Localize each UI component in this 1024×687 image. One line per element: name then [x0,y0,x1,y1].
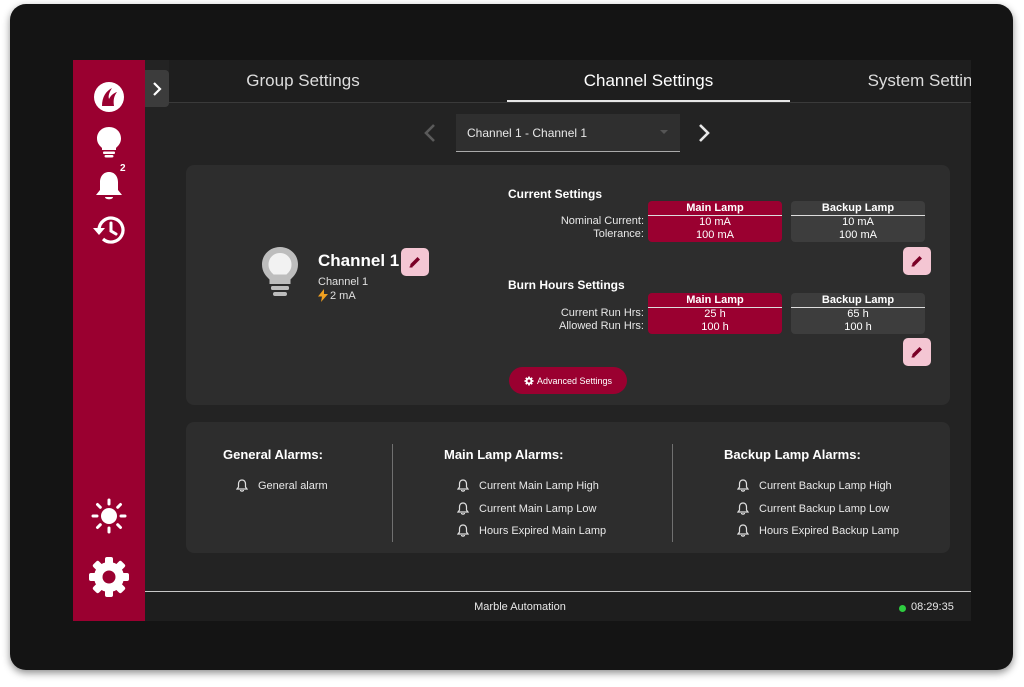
tab-channel-settings[interactable]: Channel Settings [507,60,790,102]
channel-select-value: Channel 1 - Channel 1 [467,126,588,140]
bell-outline-icon [236,479,248,492]
alarm-item: Current Main Lamp High [457,479,599,492]
sidebar-expand-button[interactable] [145,70,169,107]
backup-current-run-hrs: 65 h [847,308,869,320]
main-lamp-alarms-title: Main Lamp Alarms: [444,447,564,462]
main-lamp-header: Main Lamp [648,293,782,308]
channel-current: 2 mA [318,289,356,302]
main-tolerance: 100 mA [696,229,734,241]
alarm-label: Hours Expired Backup Lamp [759,524,900,537]
current-settings-title: Current Settings [508,187,603,201]
backup-lamp-alarms-title: Backup Lamp Alarms: [724,447,861,462]
lightning-icon [318,289,328,302]
alarm-item: General alarm [236,479,328,492]
alarm-item: Hours Expired Main Lamp [457,524,606,537]
edit-channel-button[interactable] [401,248,429,276]
active-tab-indicator [507,100,790,102]
history-icon[interactable] [73,213,145,247]
advanced-settings-button[interactable]: Advanced Settings [509,367,627,394]
pencil-icon [911,347,922,358]
burn-hours-title: Burn Hours Settings [508,278,625,292]
bell-outline-icon [737,524,749,537]
alarm-item: Current Main Lamp Low [457,502,596,515]
alarm-label: Hours Expired Main Lamp [479,524,607,537]
alarm-item: Current Backup Lamp Low [737,502,889,515]
allowed-run-hrs-label: Allowed Run Hrs: [559,320,644,332]
edit-burn-hours-button[interactable] [903,338,931,366]
bell-icon[interactable] [73,169,145,203]
general-alarms-title: General Alarms: [223,447,323,462]
screen: 2 Group Settings Channel Settings System… [73,60,971,621]
alarm-item: Current Backup Lamp High [737,479,892,492]
alarm-label: Current Main Lamp High [479,479,599,492]
channel-subtitle: Channel 1 [318,276,369,288]
previous-channel-button[interactable] [423,124,437,147]
bell-outline-icon [457,524,469,537]
alarm-item: Hours Expired Backup Lamp [737,524,899,537]
sidebar: 2 [73,60,145,621]
backup-nominal-current: 10 mA [842,216,874,228]
channel-settings-card: Channel 1 Channel 1 2 mA Current Setting… [186,165,950,405]
advanced-settings-label: Advanced Settings [536,375,613,386]
logo-icon[interactable] [73,79,145,115]
brightness-icon[interactable] [73,498,145,534]
tab-system-settings[interactable]: System Settings [829,60,971,102]
gear-icon [524,375,534,386]
status-bar: Marble Automation 08:29:35 [145,591,971,621]
connection-status-dot [899,605,906,612]
settings-gear-icon[interactable] [73,555,145,599]
device-bezel: 2 Group Settings Channel Settings System… [10,4,1013,670]
main-current-run-hrs: 25 h [704,308,726,320]
current-main-lamp-box: Main Lamp 10 mA 100 mA [648,201,782,242]
bell-outline-icon [737,479,749,492]
alarms-card: General Alarms: General alarm Main Lamp … [186,422,950,553]
footer-title: Marble Automation [474,601,566,613]
current-backup-lamp-box: Backup Lamp 10 mA 100 mA [791,201,925,242]
alarms-divider [392,444,393,542]
backup-tolerance: 100 mA [839,229,877,241]
tab-group-settings[interactable]: Group Settings [169,60,437,102]
channel-select[interactable]: Channel 1 - Channel 1 [456,114,680,152]
clock: 08:29:35 [911,601,954,613]
alarm-label: Current Backup Lamp High [759,479,892,492]
bell-outline-icon [457,479,469,492]
backup-allowed-run-hrs: 100 h [844,321,872,333]
main-lamp-header: Main Lamp [648,201,782,216]
channel-current-value: 2 mA [330,289,356,302]
channel-lightbulb-icon [260,245,300,305]
backup-lamp-header: Backup Lamp [791,201,925,216]
tolerance-label: Tolerance: [593,228,644,240]
alarm-label: Current Backup Lamp Low [759,502,890,515]
alarm-label: Current Main Lamp Low [479,502,597,515]
bell-outline-icon [737,502,749,515]
alarms-divider [672,444,673,542]
notification-badge: 2 [120,163,126,174]
burn-main-lamp-box: Main Lamp 25 h 100 h [648,293,782,334]
nominal-current-label: Nominal Current: [560,215,644,227]
main-allowed-run-hrs: 100 h [701,321,729,333]
chevron-down-icon [660,130,668,134]
alarm-label: General alarm [258,479,328,492]
backup-lamp-header: Backup Lamp [791,293,925,308]
pencil-icon [409,257,420,268]
channel-name: Channel 1 [318,251,400,270]
pencil-icon [911,256,922,267]
bell-outline-icon [457,502,469,515]
burn-backup-lamp-box: Backup Lamp 65 h 100 h [791,293,925,334]
main-nominal-current: 10 mA [699,216,731,228]
current-run-hrs-label: Current Run Hrs: [560,307,644,319]
edit-current-settings-button[interactable] [903,247,931,275]
lightbulb-icon[interactable] [73,124,145,160]
tab-bar: Group Settings Channel Settings System S… [169,60,971,103]
next-channel-button[interactable] [697,124,711,147]
